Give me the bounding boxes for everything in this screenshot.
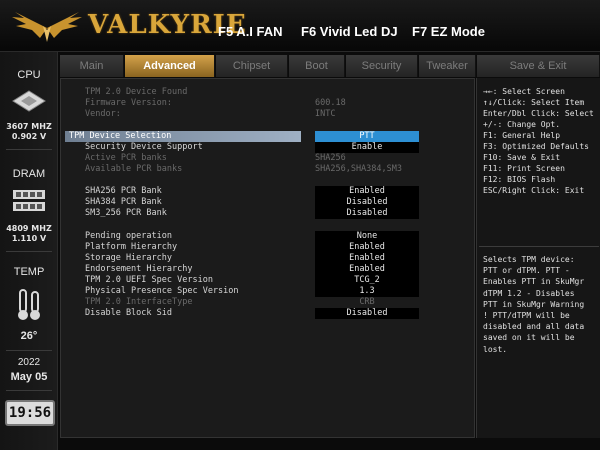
help-panel: →←: Select Screen ↑↓/Click: Select Item … <box>476 78 600 438</box>
year-text: 2022 <box>17 357 41 368</box>
uefi-spec-version-value[interactable]: TCG_2 <box>315 275 419 286</box>
list-item: TPM 2.0 InterfaceType CRB <box>61 297 476 308</box>
pending-operation-value[interactable]: None <box>315 231 419 242</box>
sm3-256-pcr-bank-label: SM3_256 PCR Bank <box>85 208 167 218</box>
firmware-version-label: Firmware Version: <box>85 98 172 108</box>
platform-hierarchy-row[interactable]: Platform Hierarchy Enabled <box>61 242 476 253</box>
tab-save-exit[interactable]: Save & Exit <box>477 55 600 77</box>
vendor-value: INTC <box>315 109 336 119</box>
help-key-line: F3: Optimized Defaults <box>483 142 589 151</box>
tab-security[interactable]: Security <box>346 55 418 77</box>
disable-block-sid-row[interactable]: Disable Block Sid Disabled <box>61 308 476 319</box>
storage-hierarchy-label: Storage Hierarchy <box>85 253 172 263</box>
endorsement-hierarchy-row[interactable]: Endorsement Hierarchy Enabled <box>61 264 476 275</box>
help-key-line: F1: General Help <box>483 131 561 140</box>
help-key-line: Enter/Dbl Click: Select <box>483 109 594 118</box>
pending-operation-label: Pending operation <box>85 231 172 241</box>
ez-mode-button[interactable]: F7 EZ Mode <box>412 24 485 39</box>
security-device-support-row[interactable]: Security Device Support Enable <box>61 142 476 153</box>
physical-presence-spec-label: Physical Presence Spec Version <box>85 286 239 296</box>
platform-hierarchy-label: Platform Hierarchy <box>85 242 178 252</box>
tpm-device-selection-row[interactable]: TPM Device Selection PTT <box>61 131 476 142</box>
item-description: Selects TPM device: PTT or dTPM. PTT - E… <box>483 255 585 354</box>
list-item: Firmware Version: 600.18 <box>61 98 476 109</box>
tpm-device-selection-label: TPM Device Selection <box>69 131 172 141</box>
interface-type-label: TPM 2.0 InterfaceType <box>85 297 193 307</box>
sha256-pcr-bank-value[interactable]: Enabled <box>315 186 419 197</box>
cpu-label: CPU <box>17 69 41 81</box>
endorsement-hierarchy-value[interactable]: Enabled <box>315 264 419 275</box>
help-key-line: F11: Print Screen <box>483 164 565 173</box>
help-key-line: F10: Save & Exit <box>483 153 561 162</box>
available-pcr-banks-label: Available PCR banks <box>85 164 183 174</box>
endorsement-hierarchy-label: Endorsement Hierarchy <box>85 264 193 274</box>
date-text: May 05 <box>10 371 48 383</box>
tab-bar: Main Advanced Chipset Boot Security Twea… <box>60 55 600 77</box>
dram-label: DRAM <box>12 168 46 180</box>
disable-block-sid-label: Disable Block Sid <box>85 308 172 318</box>
tab-boot[interactable]: Boot <box>289 55 345 77</box>
storage-hierarchy-value[interactable]: Enabled <box>315 253 419 264</box>
uefi-spec-version-row[interactable]: TPM 2.0 UEFI Spec Version TCG_2 <box>61 275 476 286</box>
dram-frequency: 4809 MHZ <box>6 224 52 233</box>
vendor-label: Vendor: <box>85 109 121 119</box>
vivid-led-dj-button[interactable]: F6 Vivid Led DJ <box>301 24 398 39</box>
sha256-pcr-bank-row[interactable]: SHA256 PCR Bank Enabled <box>61 186 476 197</box>
ai-fan-button[interactable]: F5 A.I FAN <box>218 24 283 39</box>
list-item: TPM 2.0 Device Found <box>61 87 476 98</box>
sha384-pcr-bank-value[interactable]: Disabled <box>315 197 419 208</box>
temperature-value: 26° <box>20 330 38 342</box>
cpu-icon <box>12 90 46 112</box>
active-pcr-banks-value: SHA256 <box>315 153 346 163</box>
uefi-spec-version-label: TPM 2.0 UEFI Spec Version <box>85 275 213 285</box>
help-key-line: F12: BIOS Flash <box>483 175 556 184</box>
available-pcr-banks-value: SHA256,SHA384,SM3 <box>315 164 402 174</box>
valkyrie-wings-logo <box>12 12 82 42</box>
temp-label: TEMP <box>13 266 45 278</box>
settings-list: TPM 2.0 Device Found Firmware Version: 6… <box>60 78 475 438</box>
help-key-line: →←: Select Screen <box>483 87 565 96</box>
dram-icon <box>13 190 45 211</box>
sha256-pcr-bank-label: SHA256 PCR Bank <box>85 186 162 196</box>
thermometer-icon <box>18 289 40 320</box>
tab-advanced[interactable]: Advanced <box>125 55 215 77</box>
cpu-frequency: 3607 MHZ <box>6 122 52 131</box>
interface-type-value: CRB <box>359 297 375 307</box>
active-pcr-banks-label: Active PCR banks <box>85 153 167 163</box>
tab-tweaker[interactable]: Tweaker <box>419 55 476 77</box>
sha384-pcr-bank-label: SHA384 PCR Bank <box>85 197 162 207</box>
list-item: Vendor: INTC <box>61 109 476 120</box>
disable-block-sid-value[interactable]: Disabled <box>315 308 419 319</box>
sm3-256-pcr-bank-value[interactable]: Disabled <box>315 208 419 219</box>
physical-presence-spec-value[interactable]: 1.3 <box>315 286 419 297</box>
clock-display: 19:56 <box>5 400 55 426</box>
list-item: Active PCR banks SHA256 <box>61 153 476 164</box>
status-panel: CPU 3607 MHZ 0.902 V DRAM 4809 MHZ 1.110… <box>0 52 58 450</box>
top-banner: VALKYRIE F5 A.I FAN F6 Vivid Led DJ F7 E… <box>0 0 600 52</box>
help-key-line: ESC/Right Click: Exit <box>483 186 585 195</box>
sha384-pcr-bank-row[interactable]: SHA384 PCR Bank Disabled <box>61 197 476 208</box>
cpu-voltage: 0.902 V <box>11 132 47 141</box>
help-key-line: +/-: Change Opt. <box>483 120 561 129</box>
storage-hierarchy-row[interactable]: Storage Hierarchy Enabled <box>61 253 476 264</box>
tpm-device-found-label: TPM 2.0 Device Found <box>85 87 188 97</box>
tpm-device-selection-value[interactable]: PTT <box>315 131 419 142</box>
security-device-support-label: Security Device Support <box>85 142 203 152</box>
physical-presence-spec-row[interactable]: Physical Presence Spec Version 1.3 <box>61 286 476 297</box>
tab-main[interactable]: Main <box>60 55 124 77</box>
platform-hierarchy-value[interactable]: Enabled <box>315 242 419 253</box>
pending-operation-row[interactable]: Pending operation None <box>61 231 476 242</box>
security-device-support-value[interactable]: Enable <box>315 142 419 153</box>
dram-voltage: 1.110 V <box>11 234 47 243</box>
list-item: Available PCR banks SHA256,SHA384,SM3 <box>61 164 476 175</box>
help-key-line: ↑↓/Click: Select Item <box>483 98 585 107</box>
tab-chipset[interactable]: Chipset <box>216 55 288 77</box>
firmware-version-value: 600.18 <box>315 98 346 108</box>
sm3-256-pcr-bank-row[interactable]: SM3_256 PCR Bank Disabled <box>61 208 476 219</box>
